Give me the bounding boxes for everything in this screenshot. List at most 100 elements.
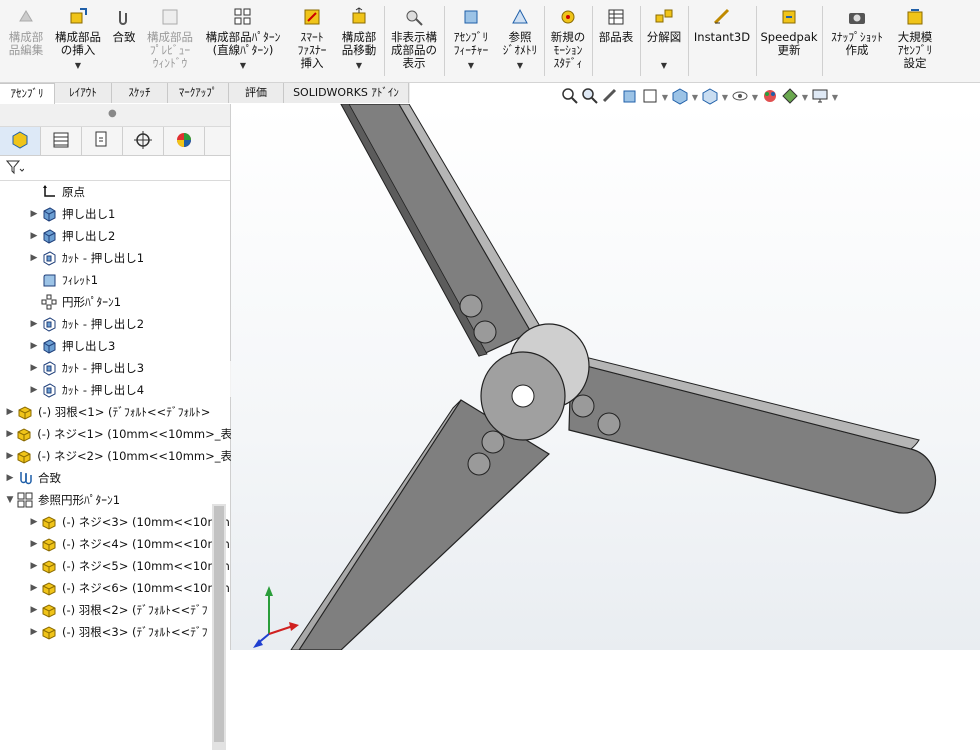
tree-item[interactable]: ▶ ｶｯﾄ - 押し出し1 (0, 247, 256, 269)
tree-item[interactable]: ▶ (-) ネジ<2> (10mm<<10mm>_表 (0, 445, 232, 467)
chevron-down-icon[interactable]: ▼ (356, 59, 362, 72)
chevron-down-icon[interactable]: ▼ (661, 59, 667, 72)
expand-arrow-icon[interactable]: ▶ (4, 407, 16, 417)
hide-show-items-button[interactable] (730, 87, 750, 107)
tree-item[interactable]: ▶ 押し出し3 (0, 335, 256, 357)
instant3d-button[interactable]: Instant3D (692, 4, 752, 78)
ribbon-separator (640, 6, 641, 76)
expand-arrow-icon[interactable]: ▶ (28, 517, 40, 527)
tab-evaluate[interactable]: 評価 (229, 83, 284, 103)
edit-component-button[interactable]: 構成部 品編集 (4, 4, 48, 78)
expand-arrow-icon[interactable]: ▶ (28, 209, 40, 219)
graphics-viewport[interactable] (231, 104, 980, 650)
chevron-down-icon[interactable]: ▼ (750, 93, 760, 102)
expand-arrow-icon[interactable]: ▶ (28, 385, 40, 395)
tree-item-label: ｶｯﾄ - 押し出し1 (62, 251, 145, 265)
component-preview-window-button[interactable]: 構成部品 ﾌﾟﾚﾋﾞｭｰ ｳｨﾝﾄﾞｳ (144, 4, 196, 78)
tree-item[interactable]: ▶ 押し出し2 (0, 225, 256, 247)
panel-grip-icon[interactable]: ● (108, 108, 117, 119)
tree-item[interactable]: 円形ﾊﾟﾀｰﾝ1 (0, 291, 256, 313)
show-hidden-components-button[interactable]: 非表示構 成部品の 表示 (386, 4, 442, 78)
expand-arrow-icon[interactable]: ▶ (4, 473, 16, 483)
tree-item[interactable]: ▶ ｶｯﾄ - 押し出し4 (0, 379, 256, 401)
dynamic-annotation-view-button[interactable] (640, 87, 660, 107)
chevron-down-icon[interactable]: ▼ (830, 93, 840, 102)
display-manager-tab[interactable] (164, 127, 205, 155)
linear-component-pattern-button[interactable]: 構成部品ﾊﾟﾀｰﾝ (直線ﾊﾟﾀｰﾝ) ▼ (200, 4, 286, 78)
filter-icon[interactable] (5, 159, 25, 178)
tree-item[interactable]: ▶ (-) 羽根<1> (ﾃﾞﾌｫﾙﾄ<<ﾃﾞﾌｫﾙﾄ> (0, 401, 232, 423)
chevron-down-icon[interactable]: ▼ (517, 59, 523, 72)
zoom-to-area-button[interactable] (580, 87, 600, 107)
update-speedpak-button[interactable]: Speedpak 更新 (758, 4, 820, 78)
mate-icon (113, 6, 135, 28)
reference-geometry-button[interactable]: 参照 ｼﾞｵﾒﾄﾘ ▼ (498, 4, 542, 78)
assembly-features-button[interactable]: ｱｾﾝﾌﾞﾘ ﾌｨｰﾁｬｰ ▼ (446, 4, 496, 78)
tree-item[interactable]: ▼ 参照円形ﾊﾟﾀｰﾝ1 (0, 489, 232, 511)
chevron-down-icon[interactable]: ▼ (75, 59, 81, 72)
feature-tree-icon (10, 130, 30, 153)
tree-item[interactable]: 原点 (0, 181, 256, 203)
large-assembly-settings-button[interactable]: 大規模 ｱｾﾝﾌﾞﾘ 設定 (890, 4, 940, 78)
collapse-arrow-icon[interactable]: ▼ (4, 495, 16, 505)
move-component-button[interactable]: 構成部 品移動 ▼ (336, 4, 382, 78)
apply-scene-button[interactable] (780, 87, 800, 107)
previous-view-button[interactable] (600, 87, 620, 107)
expand-arrow-icon[interactable]: ▶ (28, 561, 40, 571)
configuration-manager-tab[interactable] (82, 127, 123, 155)
tab-markup[interactable]: ﾏｰｸｱｯﾌﾟ (168, 83, 229, 103)
blade-top[interactable] (340, 104, 542, 357)
expand-arrow-icon[interactable]: ▶ (28, 319, 40, 329)
chevron-down-icon[interactable]: ▼ (720, 93, 730, 102)
feature-manager-tab[interactable] (0, 127, 41, 155)
tree-item[interactable]: ▶ (-) ネジ<1> (10mm<<10mm>_表 (0, 423, 232, 445)
scrollbar-thumb[interactable] (214, 506, 224, 742)
zoom-to-fit-button[interactable] (560, 87, 580, 107)
take-snapshot-button[interactable]: ｽﾅｯﾌﾟｼｮｯﾄ 作成 (826, 4, 888, 78)
expand-arrow-icon[interactable]: ▶ (4, 429, 16, 439)
part-icon (40, 513, 58, 531)
expand-arrow-icon[interactable]: ▶ (28, 253, 40, 263)
tree-item[interactable]: ﾌｨﾚｯﾄ1 (0, 269, 256, 291)
property-manager-tab[interactable] (41, 127, 82, 155)
tree-scrollbar[interactable] (212, 504, 226, 750)
insert-components-button[interactable]: 構成部品 の挿入 ▼ (52, 4, 104, 78)
tab-layout[interactable]: ﾚｲｱｳﾄ (55, 83, 112, 103)
expand-arrow-icon[interactable]: ▶ (28, 605, 40, 615)
tab-solidworks-addins[interactable]: SOLIDWORKS ｱﾄﾞｲﾝ (284, 83, 409, 103)
tree-item[interactable]: ▶ 合致 (0, 467, 232, 489)
tab-sketch[interactable]: ｽｹｯﾁ (112, 83, 168, 103)
smart-fasteners-button[interactable]: ｽﾏｰﾄ ﾌｧｽﾅｰ 挿入 (290, 4, 334, 78)
chevron-down-icon[interactable]: ▼ (660, 93, 670, 102)
display-style-button[interactable] (700, 87, 720, 107)
dimxpert-manager-tab[interactable] (123, 127, 164, 155)
section-view-button[interactable] (620, 87, 640, 107)
tree-filter[interactable] (0, 156, 230, 181)
new-motion-study-button[interactable]: 新規の ﾓｰｼｮﾝ ｽﾀﾃﾞｨ (546, 4, 590, 78)
expand-arrow-icon[interactable]: ▶ (28, 627, 40, 637)
tree-item[interactable]: ▶ ｶｯﾄ - 押し出し3 (0, 357, 256, 379)
blade-right[interactable] (568, 355, 937, 514)
view-settings-button[interactable] (810, 87, 830, 107)
expand-arrow-icon[interactable]: ▶ (28, 231, 40, 241)
expand-arrow-icon[interactable]: ▶ (28, 583, 40, 593)
expand-arrow-icon[interactable]: ▶ (4, 451, 16, 461)
tree-item-label: 押し出し1 (62, 207, 116, 221)
tab-assembly[interactable]: ｱｾﾝﾌﾞﾘ (0, 83, 55, 104)
cut-extrude-icon (40, 359, 58, 377)
tree-item[interactable]: ▶ ｶｯﾄ - 押し出し2 (0, 313, 256, 335)
chevron-down-icon[interactable]: ▼ (240, 59, 246, 72)
bill-of-materials-button[interactable]: 部品表 (594, 4, 638, 78)
expand-arrow-icon[interactable]: ▶ (28, 363, 40, 373)
mate-button[interactable]: 合致 (108, 4, 140, 78)
previous-view-icon (601, 87, 619, 108)
expand-arrow-icon[interactable]: ▶ (28, 341, 40, 351)
tree-item[interactable]: ▶ 押し出し1 (0, 203, 256, 225)
expand-arrow-icon[interactable]: ▶ (28, 539, 40, 549)
exploded-view-button[interactable]: 分解図 ▼ (642, 4, 686, 78)
chevron-down-icon[interactable]: ▼ (690, 93, 700, 102)
chevron-down-icon[interactable]: ▼ (800, 93, 810, 102)
chevron-down-icon[interactable]: ▼ (468, 59, 474, 72)
view-orientation-button[interactable] (670, 87, 690, 107)
edit-appearance-button[interactable] (760, 87, 780, 107)
